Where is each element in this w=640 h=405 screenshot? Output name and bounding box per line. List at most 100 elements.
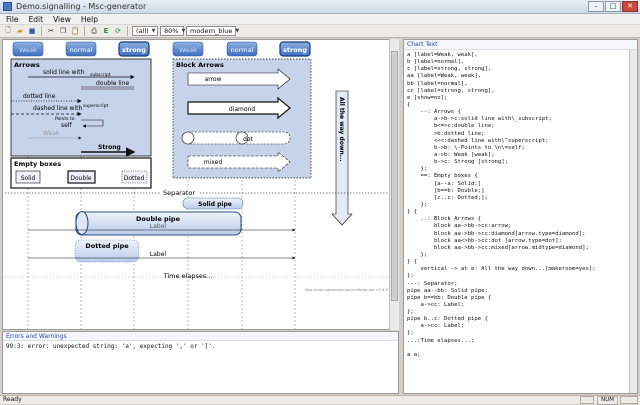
code-line[interactable]	[407, 345, 634, 352]
code-line[interactable]: cc [label=strong, strong],	[407, 88, 634, 95]
status-ready: Ready	[3, 396, 22, 403]
canvas-scrollbar[interactable]	[389, 39, 399, 330]
diagram-canvas[interactable]: Weak normal strong Weak normal strong Ar…	[2, 39, 399, 330]
block-arrows-title: Block Arrows	[176, 61, 224, 69]
vertical-arrow-label: All the way down...	[338, 97, 345, 162]
chart-text-editor[interactable]: a [label=Weak, weak], b [label=normal], c …	[404, 50, 637, 361]
arrows-box-title: Arrows	[14, 61, 40, 69]
chart-text-pane: Chart Text a [label=Weak, weak], b [label…	[403, 39, 638, 394]
menu-bar: File Edit View Help	[0, 14, 640, 25]
app-icon	[3, 2, 12, 11]
code-line[interactable]: >b:dotted line;	[407, 131, 634, 138]
code-line[interactable]: aa [label=Weak, weak],	[407, 73, 634, 80]
code-line[interactable]: c [label=strong, strong],	[407, 66, 634, 73]
copy-icon[interactable]: ❐	[58, 26, 68, 36]
paste-icon[interactable]: 📋	[70, 26, 80, 36]
new-file-icon[interactable]: 🗋	[3, 26, 13, 36]
status-bar: Ready NUM	[0, 395, 640, 405]
menu-file[interactable]: File	[6, 15, 19, 24]
errors-pane: Errors and Warnings 99:3: error: unexpec…	[2, 331, 399, 394]
code-line[interactable]: a->cc: Label;	[407, 323, 634, 330]
design-select[interactable]: (all) ▼	[132, 26, 158, 36]
code-line[interactable]: pipe aa--bb: Solid pipe;	[407, 288, 634, 295]
status-cap-indicator	[580, 396, 594, 404]
cut-icon[interactable]: ✂	[46, 26, 56, 36]
code-line[interactable]: block aa->bb->cc:mixed[arrow.midtype=dia…	[407, 245, 634, 252]
pipe-label: Dotted pipe	[85, 242, 129, 250]
errors-title: Errors and Warnings	[3, 332, 398, 341]
arrow-label: Strong	[98, 144, 121, 151]
code-line[interactable]: block aa->bb->cc:diamond[arrow.type=diam…	[407, 231, 634, 238]
code-line[interactable]: block aa->bb->cc:arrow;	[407, 223, 634, 230]
code-line[interactable]: b->b: \-Points to \n\=self;	[407, 145, 634, 152]
empty-box-label: Solid	[21, 175, 36, 182]
entity-label: normal	[70, 46, 93, 54]
code-line[interactable]: b<=>c:double line;	[407, 123, 634, 130]
code-line[interactable]: bb [label=normal],	[407, 81, 634, 88]
menu-help[interactable]: Help	[81, 15, 98, 24]
msc-diagram[interactable]: Weak normal strong Weak normal strong Ar…	[3, 40, 390, 329]
watermark: http://msc-generator.sourceforge.net v2.…	[305, 287, 389, 292]
code-line[interactable]: pipe b==bb: Double pipe {	[407, 295, 634, 302]
code-line[interactable]: [c..c: Dotted;];	[407, 195, 634, 202]
entity-label: normal	[231, 46, 254, 54]
code-line[interactable]: };	[407, 330, 634, 337]
code-line[interactable]: a->b->c:solid line with\_subscript;	[407, 116, 634, 123]
code-line[interactable]: a->b: Weak [weak];	[407, 152, 634, 159]
menu-view[interactable]: View	[53, 15, 71, 24]
maximize-button[interactable]: □	[605, 1, 621, 12]
toolbar: 🗋 ▰ ■ ✂ ❐ 📋 ⎙ E ⟳ (all) ▼ 80% ▼ modern_blu…	[0, 25, 640, 38]
window-title: Demo.signalling - Msc-generator	[16, 2, 147, 11]
code-line[interactable]: pipe b..c: Dotted pipe {	[407, 316, 634, 323]
code-line[interactable]: b [label=normal],	[407, 59, 634, 66]
arrow-superscript: superscript	[83, 103, 108, 109]
minimize-button[interactable]: –	[588, 1, 604, 12]
block-arrow-label: diamond	[229, 106, 255, 113]
pipe-label: Double pipe	[136, 215, 181, 223]
code-line[interactable]: };	[407, 166, 634, 173]
menu-edit[interactable]: Edit	[29, 15, 44, 24]
empty-boxes-title: Empty boxes	[14, 160, 61, 168]
code-line[interactable]: a->cc: Label;	[407, 302, 634, 309]
open-folder-icon[interactable]: ▰	[15, 26, 25, 36]
code-line[interactable]: ---: Separator;	[407, 281, 634, 288]
code-line[interactable]: [b==b: Double;]	[407, 188, 634, 195]
code-line[interactable]: };	[407, 202, 634, 209]
close-button[interactable]: ✕	[622, 1, 638, 12]
error-message[interactable]: 99:3: error: unexpected string: 'a', exp…	[3, 341, 398, 352]
code-line[interactable]: block aa<>bb->cc:dot [arrow.type=dot];	[407, 238, 634, 245]
separator-label: Separator	[163, 189, 195, 197]
code-line[interactable]: };	[407, 252, 634, 259]
arrow-label: double line	[96, 80, 129, 87]
code-line[interactable]: ==: Empty boxes {	[407, 173, 634, 180]
block-arrow-label: mixed	[204, 159, 223, 166]
code-line[interactable]: } {	[407, 259, 634, 266]
code-line[interactable]: a a;	[407, 352, 634, 359]
code-line[interactable]: e [show=no];	[407, 95, 634, 102]
code-line[interactable]: --: Arrows {	[407, 109, 634, 116]
code-line[interactable]: ...:Time elapses...;	[407, 338, 634, 345]
code-line[interactable]: {	[407, 102, 634, 109]
code-line[interactable]: } {	[407, 209, 634, 216]
arrow-label: Label	[150, 251, 167, 258]
arrow-label: self	[61, 122, 72, 129]
code-line[interactable]: };	[407, 309, 634, 316]
code-line[interactable]: vertical -> at e: All the way down...[ma…	[407, 266, 634, 273]
refresh-icon[interactable]: ⟳	[113, 26, 123, 36]
code-line[interactable]: [a--a: Solid;]	[407, 181, 634, 188]
entity-label: strong	[122, 46, 146, 54]
color-scheme-select[interactable]: modern_blue ▼	[186, 26, 239, 36]
editor-icon[interactable]: E	[101, 26, 111, 36]
print-icon[interactable]: ⎙	[89, 26, 99, 36]
code-line[interactable]: };	[407, 273, 634, 280]
code-line[interactable]: a [label=Weak, weak],	[407, 52, 634, 59]
arrow-label: dotted line	[23, 93, 56, 100]
code-line[interactable]: <<<:dashed line with\^superscript;	[407, 138, 634, 145]
zoom-select[interactable]: 80% ▼	[160, 26, 185, 36]
code-line[interactable]: ..: Block Arrows {	[407, 216, 634, 223]
editor-scrollbar[interactable]	[629, 50, 637, 393]
code-line[interactable]: b->c: Strong [strong];	[407, 159, 634, 166]
pipe-label: Solid pipe	[198, 201, 232, 208]
save-icon[interactable]: ■	[27, 26, 37, 36]
entity-label: Weak	[179, 46, 197, 54]
